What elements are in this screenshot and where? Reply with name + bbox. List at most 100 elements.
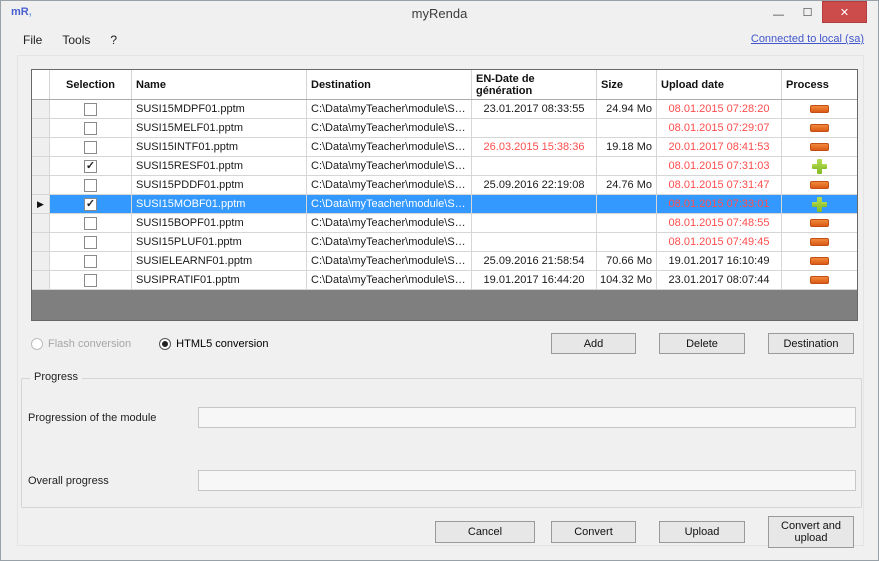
close-button[interactable]: ✕ [822,1,867,23]
selection-cell [50,214,132,232]
header-destination[interactable]: Destination [307,70,472,99]
process-minus-icon [810,276,829,284]
maximize-button[interactable]: ☐ [793,1,822,23]
module-progress-bar [198,407,856,428]
flash-conversion-radio[interactable]: Flash conversion [31,338,131,350]
process-minus-icon [810,238,829,246]
process-cell [782,100,856,118]
table-row[interactable]: SUSI15BOPF01.pptm C:\Data\myTeacher\modu… [32,214,857,233]
size-cell: 19.18 Mo [597,138,657,156]
header-size[interactable]: Size [597,70,657,99]
name-cell: SUSI15MOBF01.pptm [132,195,307,213]
name-cell: SUSIELEARNF01.pptm [132,252,307,270]
selection-cell [50,271,132,289]
menu-bar: File Tools ? [1,27,878,53]
process-cell [782,271,856,289]
table-row[interactable]: ▶ ✓ SUSI15MOBF01.pptm C:\Data\myTeacher\… [32,195,857,214]
table-row[interactable]: SUSI15MDPF01.pptm C:\Data\myTeacher\modu… [32,100,857,119]
row-selector-cell[interactable] [32,271,50,289]
size-cell [597,195,657,213]
process-minus-icon [810,105,829,113]
row-checkbox[interactable] [84,255,97,268]
table-body: SUSI15MDPF01.pptm C:\Data\myTeacher\modu… [32,100,857,290]
table-row[interactable]: SUSIPRATIF01.pptm C:\Data\myTeacher\modu… [32,271,857,290]
row-selector-cell[interactable] [32,233,50,251]
menu-help[interactable]: ? [100,30,127,50]
name-cell: SUSIPRATIF01.pptm [132,271,307,289]
destination-cell: C:\Data\myTeacher\module\SUSI\0... [307,214,472,232]
process-plus-icon [811,158,828,175]
table-row[interactable]: SUSI15PDDF01.pptm C:\Data\myTeacher\modu… [32,176,857,195]
table-row[interactable]: SUSI15INTF01.pptm C:\Data\myTeacher\modu… [32,138,857,157]
html5-conversion-label: HTML5 conversion [176,338,268,350]
row-checkbox[interactable] [84,141,97,154]
row-checkbox[interactable] [84,274,97,287]
table-row[interactable]: SUSI15PLUF01.pptm C:\Data\myTeacher\modu… [32,233,857,252]
menu-tools[interactable]: Tools [52,30,100,50]
row-checkbox[interactable]: ✓ [84,198,97,211]
header-generation-date[interactable]: EN-Date de génération [472,70,597,99]
conversion-options: Flash conversion HTML5 conversion [31,333,296,355]
header-selection[interactable]: Selection [50,70,132,99]
process-cell [782,176,856,194]
header-row-selector [32,70,50,99]
row-selector-cell[interactable] [32,119,50,137]
size-cell: 24.94 Mo [597,100,657,118]
row-selector-cell[interactable] [32,176,50,194]
radio-circle-icon [159,338,171,350]
process-cell [782,157,856,175]
size-cell [597,214,657,232]
upload-date-cell: 08.01.2015 07:29:07 [657,119,782,137]
row-checkbox[interactable] [84,122,97,135]
header-process[interactable]: Process [782,70,856,99]
selection-cell [50,252,132,270]
minimize-button[interactable]: — [764,1,793,23]
destination-cell: C:\Data\myTeacher\module\SUSI\0... [307,100,472,118]
row-selector-cell[interactable] [32,214,50,232]
header-name[interactable]: Name [132,70,307,99]
row-selector-cell[interactable] [32,138,50,156]
row-selector-cell[interactable]: ▶ [32,195,50,213]
selection-cell: ✓ [50,157,132,175]
cancel-button[interactable]: Cancel [435,521,535,543]
table-row[interactable]: ✓ SUSI15RESF01.pptm C:\Data\myTeacher\mo… [32,157,857,176]
row-checkbox[interactable]: ✓ [84,160,97,173]
process-cell [782,214,856,232]
upload-date-cell: 08.01.2015 07:48:55 [657,214,782,232]
convert-button[interactable]: Convert [551,521,636,543]
row-selector-cell[interactable] [32,100,50,118]
header-upload-date[interactable]: Upload date [657,70,782,99]
radio-circle-icon [31,338,43,350]
flash-conversion-label: Flash conversion [48,338,131,350]
row-checkbox[interactable] [84,179,97,192]
row-checkbox[interactable] [84,217,97,230]
overall-progress-bar [198,470,856,491]
add-button[interactable]: Add [551,333,636,354]
size-cell [597,119,657,137]
connection-status-link[interactable]: Connected to local (sa) [751,33,864,45]
table-row[interactable]: SUSI15MELF01.pptm C:\Data\myTeacher\modu… [32,119,857,138]
window-title: myRenda [1,6,878,21]
delete-button[interactable]: Delete [659,333,745,354]
destination-cell: C:\Data\myTeacher\module\SUSI\0... [307,157,472,175]
size-cell [597,157,657,175]
process-plus-icon [811,196,828,213]
process-cell [782,138,856,156]
selection-cell: ✓ [50,195,132,213]
upload-button[interactable]: Upload [659,521,745,543]
generation-date-cell [472,157,597,175]
row-selector-cell[interactable] [32,157,50,175]
row-checkbox[interactable] [84,103,97,116]
name-cell: SUSI15PDDF01.pptm [132,176,307,194]
upload-date-cell: 08.01.2015 07:33:01 [657,195,782,213]
row-selector-cell[interactable] [32,252,50,270]
convert-and-upload-button[interactable]: Convert and upload [768,516,854,548]
process-minus-icon [810,124,829,132]
current-row-arrow-icon: ▶ [37,199,44,210]
html5-conversion-radio[interactable]: HTML5 conversion [159,338,268,350]
destination-button[interactable]: Destination [768,333,854,354]
table-row[interactable]: SUSIELEARNF01.pptm C:\Data\myTeacher\mod… [32,252,857,271]
row-checkbox[interactable] [84,236,97,249]
selection-cell [50,100,132,118]
menu-file[interactable]: File [13,30,52,50]
